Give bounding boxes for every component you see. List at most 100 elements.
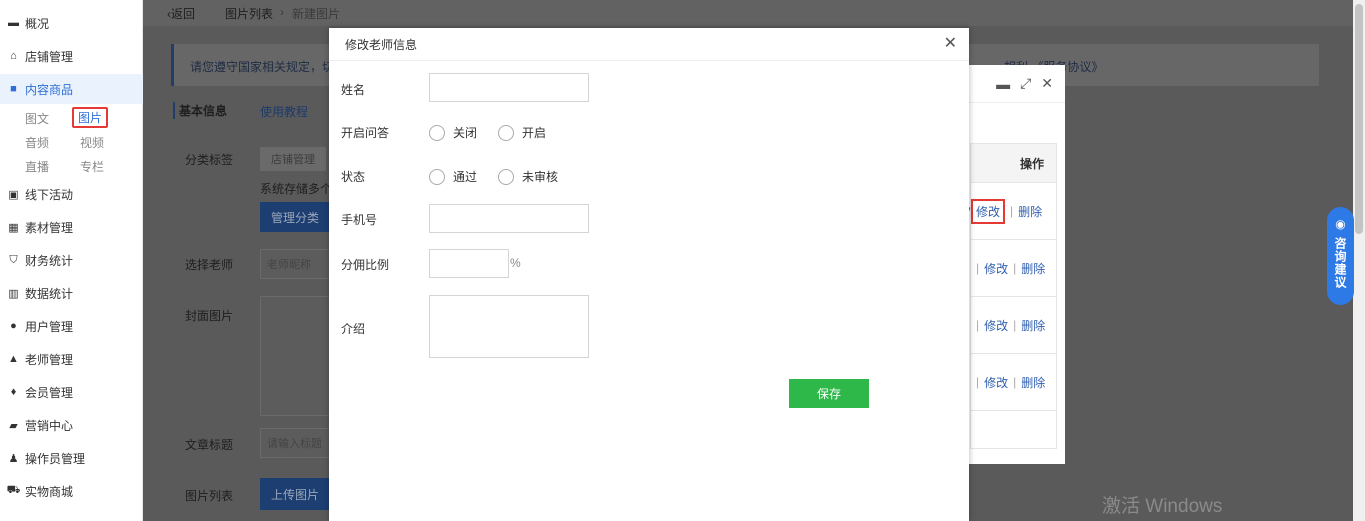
sidebar-item-teachers[interactable]: ▲ 老师管理 — [0, 344, 143, 374]
sidebar-item-users[interactable]: ● 用户管理 — [0, 311, 143, 341]
title-label: 文章标题 — [185, 438, 234, 452]
separator: | — [976, 261, 980, 275]
bag-icon: ■ — [10, 83, 17, 95]
event-icon: ▣ — [8, 188, 19, 201]
delete-link[interactable]: 删除 — [1021, 317, 1045, 334]
sub-item-audio[interactable]: 音频 — [25, 134, 49, 151]
table-row: | 修改 | 删除 — [971, 239, 1056, 296]
breadcrumb-image-list[interactable]: 图片列表 — [225, 5, 273, 22]
commission-input[interactable] — [429, 249, 509, 278]
tutorial-link[interactable]: 使用教程 — [260, 103, 308, 120]
title-input[interactable]: 请输入标题 — [260, 428, 330, 458]
sidebar-item-label: 线下活动 — [25, 187, 74, 202]
radio-label: 开启 — [522, 126, 547, 140]
graduation-cap-icon: ▲ — [8, 353, 19, 365]
sidebar-item-label: 操作员管理 — [25, 451, 86, 466]
phone-label: 手机号 — [341, 213, 378, 227]
edit-link[interactable]: 修改 — [984, 260, 1008, 277]
delete-link[interactable]: 删除 — [1021, 260, 1045, 277]
maximize-icon[interactable]: ⤢ — [1020, 75, 1031, 92]
table-row: | 修改 | 删除 — [971, 353, 1056, 410]
save-button[interactable]: 保存 — [789, 379, 869, 408]
sub-item-image[interactable]: 图片 — [72, 107, 109, 128]
operator-icon: ♟ — [8, 452, 19, 465]
status-radio-pending[interactable]: 未审核 — [498, 168, 558, 185]
cart-icon: ⛟ — [6, 484, 21, 496]
overview-icon: ▬ — [8, 17, 19, 29]
sidebar-item-finance[interactable]: ⛉ 财务统计 — [0, 245, 143, 275]
modal-header: 修改老师信息 ✕ — [329, 28, 969, 61]
sidebar-item-operators[interactable]: ♟ 操作员管理 — [0, 443, 143, 473]
scrollbar-thumb[interactable] — [1355, 4, 1363, 234]
windows-activation-watermark: 激活 Windows — [1102, 496, 1223, 517]
phone-input[interactable] — [429, 204, 589, 233]
sub-item-video[interactable]: 视频 — [80, 134, 104, 151]
delete-link[interactable]: 删除 — [1018, 203, 1042, 220]
chat-icon: ◉ — [1335, 217, 1346, 231]
edit-link[interactable]: 修改 — [971, 198, 1006, 224]
intro-textarea[interactable] — [429, 295, 589, 358]
status-label: 状态 — [341, 170, 366, 184]
sub-item-live[interactable]: 直播 — [25, 158, 49, 175]
table-footer — [971, 410, 1056, 448]
teacher-table: 操作 修改 | 删除 | 修改 | 删除 | 修改 | 删除 | 修改 | 删除 — [970, 143, 1057, 449]
sidebar-item-events[interactable]: ▣ 线下活动 — [0, 179, 143, 209]
sidebar-item-label: 数据统计 — [25, 286, 74, 301]
name-label: 姓名 — [341, 83, 366, 97]
radio-label: 通过 — [453, 170, 478, 184]
sub-item-article[interactable]: 图文 — [25, 110, 49, 127]
bar-chart-icon: ▥ — [8, 287, 19, 300]
image-list-label: 图片列表 — [185, 489, 234, 503]
manage-category-button[interactable]: 管理分类 — [260, 202, 330, 232]
breadcrumb-sep: › — [280, 5, 284, 19]
vip-icon: ♦ — [10, 386, 17, 398]
image-icon: ▦ — [8, 221, 19, 234]
trend-icon: ▰ — [9, 419, 18, 432]
sub-item-column[interactable]: 专栏 — [80, 158, 104, 175]
edit-link[interactable]: 修改 — [984, 374, 1008, 391]
sidebar-item-content[interactable]: ■ 内容商品 — [0, 74, 143, 104]
close-icon[interactable]: ✕ — [1041, 75, 1053, 92]
qa-radio-off[interactable]: 关闭 — [429, 124, 477, 141]
sidebar-item-data[interactable]: ▥ 数据统计 — [0, 278, 143, 308]
sidebar-item-materials[interactable]: ▦ 素材管理 — [0, 212, 143, 242]
upload-image-button[interactable]: 上传图片 — [260, 478, 330, 510]
cover-label: 封面图片 — [185, 309, 234, 323]
breadcrumb-current: 新建图片 — [292, 7, 341, 21]
sidebar-item-marketing[interactable]: ▰ 营销中心 — [0, 410, 143, 440]
delete-link[interactable]: 删除 — [1021, 374, 1045, 391]
radio-circle — [429, 124, 445, 141]
sidebar-item-members[interactable]: ♦ 会员管理 — [0, 377, 143, 407]
close-icon[interactable]: ✕ — [944, 36, 957, 52]
sidebar: ▬ 概况 ⌂ 店铺管理 ■ 内容商品 图文 图片 音频 视频 直播 专栏 ▣ 线… — [0, 0, 143, 521]
status-radio-approved[interactable]: 通过 — [429, 168, 477, 185]
percent-unit: % — [510, 256, 521, 270]
separator: | — [1013, 318, 1017, 332]
separator: | — [976, 318, 980, 332]
sidebar-item-label: 素材管理 — [25, 220, 74, 235]
consult-button[interactable]: ◉ 咨询建议 — [1327, 207, 1354, 305]
table-row: 修改 | 删除 — [971, 182, 1056, 239]
commission-label: 分佣比例 — [341, 258, 390, 272]
sidebar-item-mall[interactable]: ⛟ 实物商城 — [0, 476, 143, 506]
category-tag[interactable]: 店铺管理 — [260, 147, 326, 171]
radio-label: 未审核 — [522, 170, 559, 184]
minimize-icon[interactable]: ▬ — [996, 76, 1010, 92]
sidebar-item-store[interactable]: ⌂ 店铺管理 — [0, 41, 143, 71]
qa-radio-on[interactable]: 开启 — [498, 124, 546, 141]
sidebar-item-overview[interactable]: ▬ 概况 — [0, 8, 143, 38]
teacher-select[interactable]: 老师昵称 — [260, 249, 330, 279]
edit-link[interactable]: 修改 — [984, 317, 1008, 334]
name-input[interactable] — [429, 73, 589, 102]
radio-circle — [429, 168, 445, 185]
page-scrollbar[interactable] — [1353, 0, 1365, 521]
back-link[interactable]: ‹返回 — [167, 5, 195, 22]
separator: | — [1010, 204, 1014, 218]
intro-label: 介绍 — [341, 322, 366, 336]
table-row: | 修改 | 删除 — [971, 296, 1056, 353]
category-hint: 系统存储多个 — [260, 182, 333, 196]
cover-upload-area[interactable] — [260, 296, 330, 416]
table-header-actions: 操作 — [971, 144, 1056, 182]
separator: | — [1013, 375, 1017, 389]
breadcrumb: ‹返回 图片列表 › 新建图片 — [143, 0, 1353, 26]
